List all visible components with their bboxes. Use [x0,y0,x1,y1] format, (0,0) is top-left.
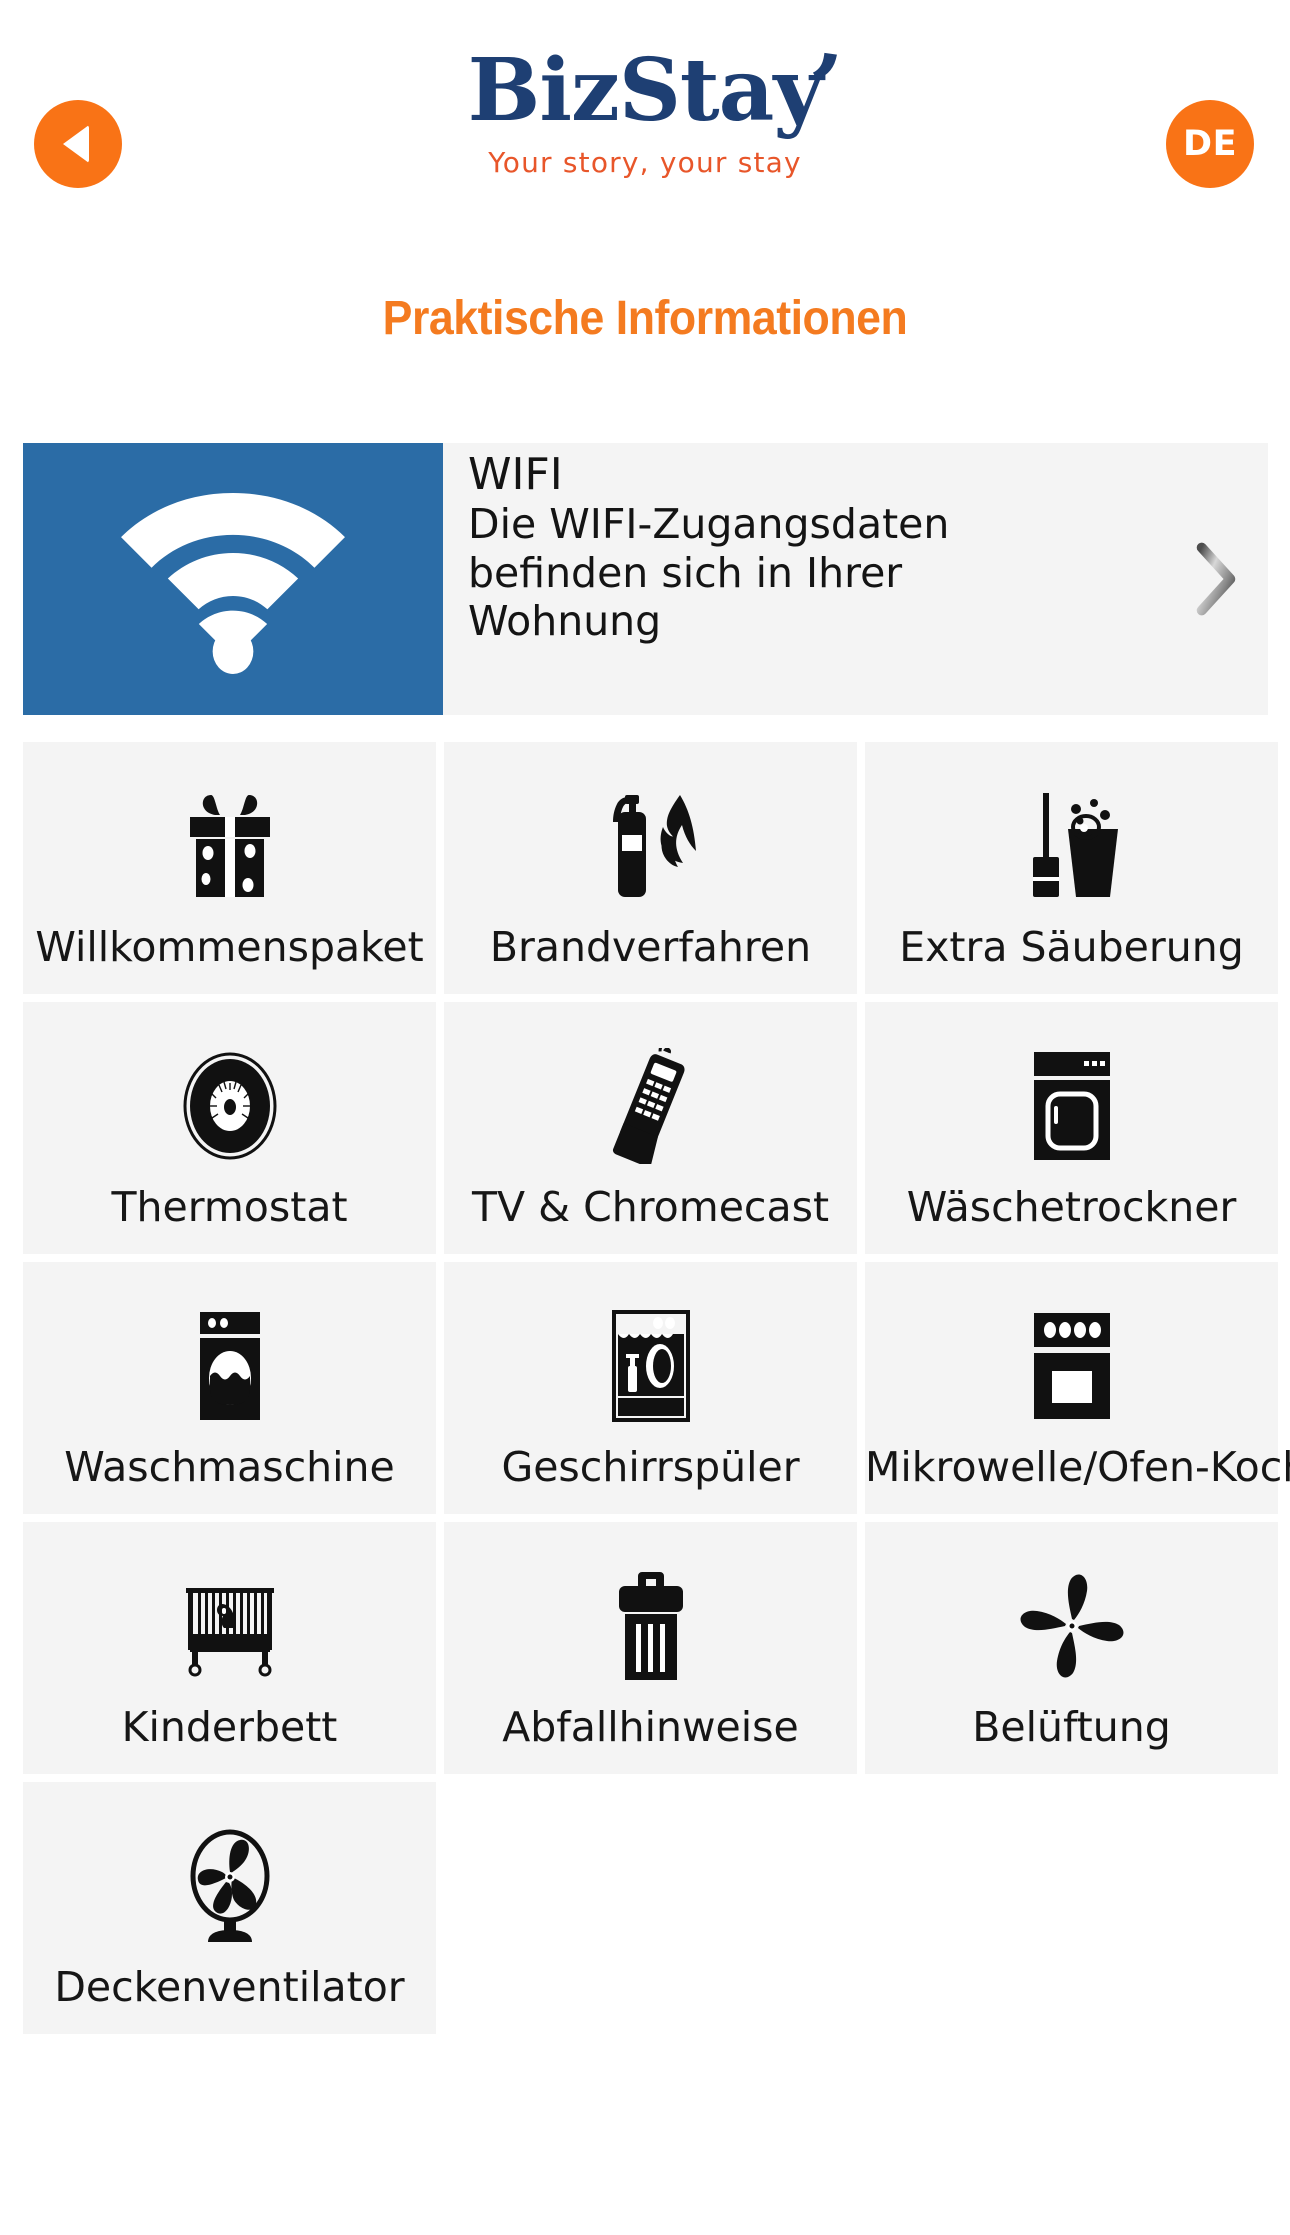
propeller-fan-icon [865,1568,1278,1684]
tile-label: Brandverfahren [489,923,812,971]
mop-bucket-icon [865,788,1278,904]
tile-label: Abfallhinweise [502,1703,799,1751]
tile-extra-saeuberung[interactable]: Extra Säuberung [865,742,1278,994]
trash-bin-icon [444,1568,857,1684]
tile-label: Mikrowelle/Ofen-Kochfeld [865,1443,1290,1491]
tile-label: Willkommenspaket [35,923,424,971]
dishwasher-icon [444,1308,857,1424]
tile-label: Waschmaschine [64,1443,395,1491]
tile-belueftung[interactable]: Belüftung [865,1522,1278,1774]
tile-label: Kinderbett [121,1703,338,1751]
logo-tagline: Your story, your stay [488,146,802,179]
wifi-card-title: WIFI [468,449,563,500]
chevron-right-icon[interactable] [1186,539,1246,619]
fire-extinguisher-icon [444,788,857,904]
tile-brandverfahren[interactable]: Brandverfahren [444,742,857,994]
wifi-card-thumbnail [23,443,443,715]
tumble-dryer-icon [865,1048,1278,1164]
oven-stove-icon [865,1308,1278,1424]
logo-text: BizStay [467,40,824,141]
wifi-card-description: Die WIFI-Zugangsdaten befinden sich in I… [468,500,950,646]
tile-label: TV & Chromecast [471,1183,830,1231]
brand-logo: BizStay ’ Your story, your stay [0,31,1290,179]
tile-willkommenspaket[interactable]: Willkommenspaket [23,742,436,994]
tile-thermostat[interactable]: Thermostat [23,1002,436,1254]
tile-kinderbett[interactable]: Kinderbett [23,1522,436,1774]
remote-control-icon [444,1048,857,1164]
tile-mikrowelle-ofen[interactable]: Mikrowelle/Ofen-Kochfeld [865,1262,1290,1514]
language-label: DE [1183,124,1237,164]
wifi-icon [121,493,345,674]
app-root: BizStay ’ Your story, your stay DE Prakt… [0,0,1290,2235]
thermostat-dial-icon [23,1048,436,1164]
tile-label: Thermostat [111,1183,348,1231]
tile-waschmaschine[interactable]: Waschmaschine [23,1262,436,1514]
tile-waeschetrockner[interactable]: Wäschetrockner [865,1002,1278,1254]
wifi-card[interactable]: WIFI Die WIFI-Zugangsdaten befinden sich… [23,443,1268,715]
tile-label: Deckenventilator [54,1963,405,2011]
page-title: Praktische Informationen [382,292,908,345]
gift-box-icon [23,788,436,904]
baby-crib-icon [23,1568,436,1684]
tile-label: Geschirrspüler [501,1443,800,1491]
tile-geschirrspueler[interactable]: Geschirrspüler [444,1262,857,1514]
wifi-card-body: WIFI Die WIFI-Zugangsdaten befinden sich… [443,443,1268,715]
washing-machine-icon [23,1308,436,1424]
tile-label: Belüftung [972,1703,1171,1751]
practical-info-grid: Willkommenspaket Brandverfahren Extra Sä… [23,742,1290,2034]
app-header: BizStay ’ Your story, your stay DE [0,0,1290,255]
tile-label: Extra Säuberung [899,923,1244,971]
tile-tv-chromecast[interactable]: TV & Chromecast [444,1002,857,1254]
tile-label: Wäschetrockner [906,1183,1237,1231]
pedestal-fan-icon [23,1828,436,1944]
logo-wordmark: BizStay ’ [468,31,847,147]
tile-deckenventilator[interactable]: Deckenventilator [23,1782,436,2034]
tile-abfallhinweise[interactable]: Abfallhinweise [444,1522,857,1774]
language-switch-button[interactable]: DE [1166,100,1254,188]
